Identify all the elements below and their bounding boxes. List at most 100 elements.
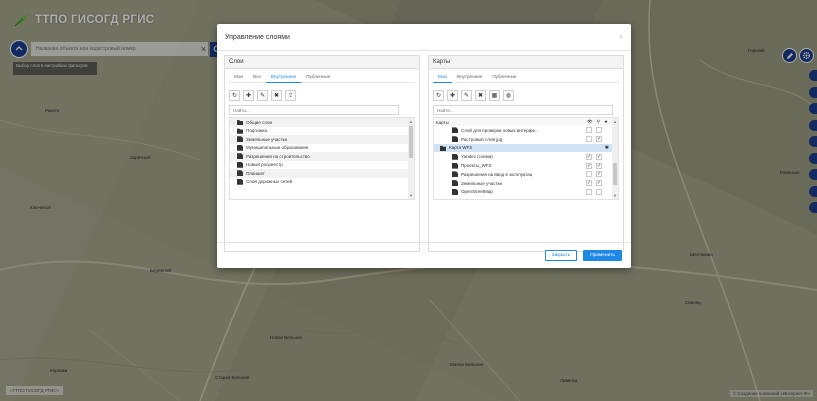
caret-icon: › xyxy=(233,119,235,125)
add-button[interactable]: ✚ xyxy=(243,90,254,101)
tree-row[interactable]: Разрешения на ввод в эксплуатац ✓ xyxy=(434,170,618,179)
list-item-label: Муниципальные образования xyxy=(246,145,309,151)
filter-checkbox[interactable]: ✓ xyxy=(596,136,602,143)
refresh-button[interactable]: ↻ xyxy=(433,90,444,101)
default-map-icon[interactable]: ✱ xyxy=(605,145,609,151)
document-icon xyxy=(452,136,458,143)
filter-checkbox[interactable] xyxy=(596,188,602,195)
layers-toolbar: ↻ ✚ ✎ ✖ ⇪ xyxy=(229,90,415,101)
scroll-down-icon[interactable]: ▼ xyxy=(613,193,617,198)
folder-icon xyxy=(237,128,243,134)
visibility-checkbox[interactable] xyxy=(586,171,592,178)
list-item[interactable]: Новый росреестр xyxy=(230,161,414,170)
tree-row[interactable]: Земельные участки ✓ ✓ xyxy=(434,179,618,188)
tab-public[interactable]: Публичные xyxy=(301,73,335,83)
delete-map-button[interactable]: ✖ xyxy=(475,90,486,101)
document-icon xyxy=(237,170,243,177)
visibility-checkbox[interactable]: ✓ xyxy=(586,180,592,187)
refresh-icon: ↻ xyxy=(435,93,442,99)
maps-toolbar: ↻ ✚ ✎ ✖ ▦ ◍ xyxy=(433,90,619,101)
refresh-icon: ↻ xyxy=(231,93,238,99)
document-icon xyxy=(452,188,458,195)
edit-map-button[interactable]: ✎ xyxy=(461,90,472,101)
tree-row-label: Yandex (схема) xyxy=(461,154,493,160)
scroll-up-icon[interactable]: ▲ xyxy=(409,119,413,124)
filter-checkbox[interactable]: ✓ xyxy=(596,180,602,187)
delete-icon: ✖ xyxy=(273,93,280,99)
tree-row-label: Проекты_WFS xyxy=(461,163,492,169)
list-item[interactable]: › Общие слои xyxy=(230,118,414,127)
layers-list: › Общие слои › Подложка Земельные участки … xyxy=(229,117,415,200)
tree-row[interactable]: Карта WFS ✱ xyxy=(434,143,618,153)
filter-checkbox[interactable]: ✓ xyxy=(596,162,602,169)
list-item[interactable]: Муниципальные образования xyxy=(230,144,414,153)
filter-checkbox[interactable]: ✓ xyxy=(596,171,602,178)
document-icon xyxy=(452,171,458,178)
visibility-checkbox[interactable]: ✓ xyxy=(586,162,592,169)
list-item[interactable]: Земельные участки xyxy=(230,135,414,144)
list-item[interactable]: Планшет xyxy=(230,169,414,178)
tab-public[interactable]: Публичные xyxy=(487,73,521,83)
maps-search-input[interactable] xyxy=(433,105,613,115)
tab-my[interactable]: Мои xyxy=(229,73,248,83)
dialog-header: Управление слоями × xyxy=(217,24,631,51)
delete-layer-button[interactable]: ✖ xyxy=(271,90,282,101)
tree-row[interactable]: Слой для проверки новых интерфе... xyxy=(434,126,618,135)
tab-all[interactable]: Все xyxy=(248,73,266,83)
folder-icon xyxy=(237,120,243,126)
upload-button[interactable]: ⇪ xyxy=(285,90,296,101)
list-item[interactable]: › Подложка xyxy=(230,127,414,136)
layers-search-input[interactable] xyxy=(229,105,399,115)
visibility-checkbox[interactable] xyxy=(586,188,592,195)
list-item[interactable]: Слой дорожных сетей xyxy=(230,178,414,187)
layers-scrollbar[interactable]: ▲ ▼ xyxy=(408,118,414,199)
grid-button[interactable]: ▦ xyxy=(489,90,500,101)
globe-icon: ◍ xyxy=(505,93,512,99)
folder-icon xyxy=(440,145,446,151)
list-item[interactable]: Разрешения на строительство xyxy=(230,152,414,161)
tree-row-label: Земельные участки xyxy=(461,180,503,186)
tree-row-label: Карта WFS xyxy=(449,145,473,151)
document-icon xyxy=(452,162,458,169)
visibility-checkbox[interactable] xyxy=(586,127,592,134)
maps-scrollbar[interactable]: ▲ ▼ xyxy=(612,118,618,199)
document-icon xyxy=(237,161,243,168)
plus-icon: ✚ xyxy=(449,93,456,99)
star-icon: ★ xyxy=(603,119,608,124)
visibility-checkbox[interactable]: ✓ xyxy=(586,153,592,160)
apply-button[interactable]: Применить xyxy=(583,250,622,261)
add-button[interactable]: ✚ xyxy=(447,90,458,101)
document-icon xyxy=(237,178,243,185)
grid-icon: ▦ xyxy=(491,93,498,99)
close-icon[interactable]: × xyxy=(619,34,623,41)
scroll-up-icon[interactable]: ▲ xyxy=(613,119,617,124)
close-button[interactable]: Закрыть xyxy=(544,250,578,261)
filter-checkbox[interactable] xyxy=(596,127,602,134)
tree-row[interactable]: OpenStreetMap xyxy=(434,188,618,197)
filter-icon: ⚲ xyxy=(596,119,600,124)
tree-row-label: Разрешения на ввод в эксплуатац xyxy=(461,171,533,177)
refresh-button[interactable]: ↻ xyxy=(229,90,240,101)
tree-row[interactable]: Проекты_WFS ✓ ✓ xyxy=(434,161,618,170)
document-icon xyxy=(452,180,458,187)
scroll-down-icon[interactable]: ▼ xyxy=(409,193,413,198)
maps-panel-heading: Карты xyxy=(429,56,623,69)
scroll-thumb[interactable] xyxy=(613,163,617,185)
filter-checkbox[interactable]: ✓ xyxy=(596,153,602,160)
tree-row[interactable]: Yandex (схема) ✓ ✓ xyxy=(434,152,618,161)
tab-internal[interactable]: Внутренние xyxy=(452,73,487,83)
scroll-thumb[interactable] xyxy=(409,126,413,158)
document-icon xyxy=(237,144,243,151)
tab-internal[interactable]: Внутренние xyxy=(265,73,302,83)
tree-header-label: Карты xyxy=(436,119,449,125)
layers-panel: Слои Мои Все Внутренние Публичные ↻ ✚ ✎ … xyxy=(224,55,420,252)
tab-my[interactable]: Мои xyxy=(433,73,452,83)
upload-icon: ⇪ xyxy=(287,93,294,99)
visibility-checkbox[interactable] xyxy=(586,136,592,143)
globe-button[interactable]: ◍ xyxy=(503,90,514,101)
tree-row[interactable]: Растровый слой jpg ✓ xyxy=(434,135,618,144)
plus-icon: ✚ xyxy=(245,93,252,99)
document-icon xyxy=(237,136,243,143)
list-item-label: Планшет xyxy=(246,170,265,176)
edit-layer-button[interactable]: ✎ xyxy=(257,90,268,101)
